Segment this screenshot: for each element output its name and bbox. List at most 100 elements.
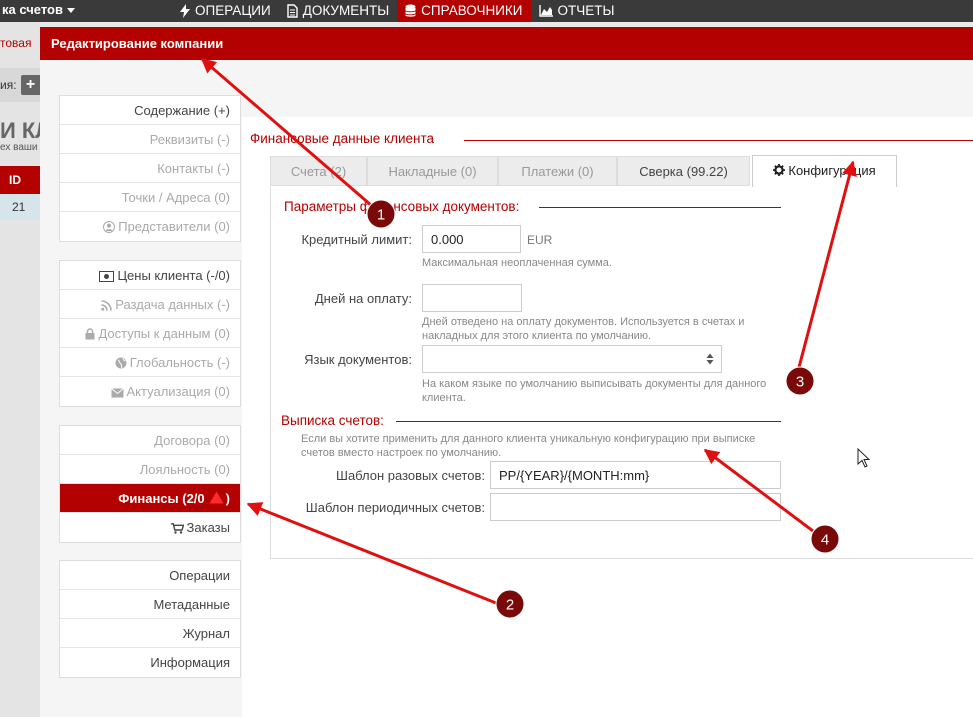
actions-bar: ия: + bbox=[0, 68, 40, 102]
bolt-icon bbox=[180, 4, 190, 18]
menu-item-label: Договора (0) bbox=[154, 433, 230, 448]
globe-icon bbox=[115, 357, 127, 369]
menu-item-label: Журнал bbox=[182, 626, 230, 641]
add-icon[interactable]: + bbox=[21, 75, 40, 95]
warning-icon bbox=[209, 491, 224, 504]
menu-group-info: Операции Метаданные Журнал Информация bbox=[59, 560, 241, 678]
menu-item-label: Актуализация (0) bbox=[126, 384, 230, 399]
invoice-divider bbox=[396, 421, 781, 422]
page-subheading: ех ваши bbox=[0, 142, 38, 153]
invoice-heading: Выписка счетов: bbox=[281, 413, 384, 428]
tab-label: Сверка (99.22) bbox=[639, 164, 728, 179]
tab-configuration[interactable]: Конфигурация bbox=[752, 155, 897, 188]
credit-limit-currency: EUR bbox=[527, 233, 553, 247]
menu-item-label: Контакты (-) bbox=[157, 161, 230, 176]
menu-item-contracts[interactable]: Договора (0) bbox=[60, 426, 240, 455]
menu-item-label: Доступы к данным (0) bbox=[98, 326, 230, 341]
tab-waybills[interactable]: Накладные (0) bbox=[367, 156, 498, 186]
money-icon bbox=[99, 271, 115, 282]
document-language-help: На каком языке по умолчанию выписывать д… bbox=[422, 378, 767, 404]
app-menu-label: ка счетов bbox=[2, 2, 63, 17]
payment-days-help: Дней отведено на оплату документов. Испо… bbox=[422, 316, 745, 342]
menu-group-data: Цены клиента (-/0) Раздача данных (-) До… bbox=[59, 260, 241, 407]
menu-item-contacts[interactable]: Контакты (-) bbox=[60, 154, 240, 183]
menu-item-label: Глобальность (-) bbox=[129, 355, 230, 370]
menu-item-data-sharing[interactable]: Раздача данных (-) bbox=[60, 290, 240, 319]
params-divider bbox=[539, 207, 781, 208]
menu-item-information[interactable]: Информация bbox=[60, 648, 240, 677]
single-invoice-template-label: Шаблон разовых счетов: bbox=[336, 468, 485, 483]
background-page: товая ия: + И КЛ ех ваши ID 21 bbox=[0, 22, 51, 717]
menu-item-label: Представители (0) bbox=[118, 219, 230, 234]
payment-days-input[interactable] bbox=[422, 284, 522, 312]
menu-item-label: Финансы (2/0 bbox=[118, 491, 205, 506]
menu-item-finance[interactable]: Финансы (2/0) bbox=[60, 484, 240, 513]
caret-down-icon bbox=[66, 8, 75, 14]
document-icon bbox=[287, 4, 298, 18]
menu-item-globality[interactable]: Глобальность (-) bbox=[60, 348, 240, 377]
tab-reconciliation[interactable]: Сверка (99.22) bbox=[617, 156, 750, 186]
tab-invoices[interactable]: Счета (2) bbox=[270, 156, 367, 186]
menu-item-label: Метаданные bbox=[153, 597, 230, 612]
menu-group-finance: Договора (0) Лояльность (0) Финансы (2/0… bbox=[59, 425, 241, 543]
modal-title: Редактирование компании bbox=[51, 36, 224, 51]
menu-item-label: Информация bbox=[150, 655, 230, 670]
credit-limit-label: Кредитный лимит: bbox=[301, 232, 412, 247]
lock-icon bbox=[85, 328, 95, 340]
menu-item-metadata[interactable]: Метаданные bbox=[60, 590, 240, 619]
breadcrumb[interactable]: товая bbox=[0, 36, 31, 50]
table-row[interactable]: 21 bbox=[0, 194, 40, 220]
chart-icon bbox=[538, 5, 553, 17]
menu-group-main: Содержание (+) Реквизиты (-) Контакты (-… bbox=[59, 95, 241, 242]
menu-item-label: Точки / Адреса (0) bbox=[121, 190, 230, 205]
menu-item-client-prices[interactable]: Цены клиента (-/0) bbox=[60, 261, 240, 290]
menu-item-label: Реквизиты (-) bbox=[149, 132, 230, 147]
menu-item-actualization[interactable]: Актуализация (0) bbox=[60, 377, 240, 406]
credit-limit-help: Максимальная неоплаченная сумма. bbox=[422, 257, 612, 269]
nav-references-label: СПРАВОЧНИКИ bbox=[421, 3, 523, 18]
menu-item-requisites[interactable]: Реквизиты (-) bbox=[60, 125, 240, 154]
nav-operations[interactable]: ОПЕРАЦИИ bbox=[172, 0, 279, 22]
app-menu-dropdown[interactable]: ка счетов bbox=[0, 0, 75, 22]
menu-item-representatives[interactable]: Представители (0) bbox=[60, 212, 240, 241]
modal-body: Содержание (+) Реквизиты (-) Контакты (-… bbox=[40, 60, 973, 717]
menu-item-label: Заказы bbox=[186, 520, 230, 535]
cart-icon bbox=[170, 523, 184, 534]
menu-item-orders[interactable]: Заказы bbox=[60, 513, 240, 542]
single-invoice-template-input[interactable]: PP/{YEAR}/{MONTH:mm} bbox=[490, 461, 781, 489]
menu-item-content[interactable]: Содержание (+) bbox=[60, 96, 240, 125]
menu-item-journal[interactable]: Журнал bbox=[60, 619, 240, 648]
menu-item-label: Содержание (+) bbox=[134, 103, 230, 118]
nav-documents[interactable]: ДОКУМЕНТЫ bbox=[279, 0, 397, 22]
nav-documents-label: ДОКУМЕНТЫ bbox=[302, 3, 390, 18]
tab-payments[interactable]: Платежи (0) bbox=[498, 156, 617, 186]
credit-limit-value: 0.000 bbox=[431, 231, 464, 247]
edit-company-modal: Редактирование компании Содержание (+) Р… bbox=[40, 27, 973, 717]
nav-reports[interactable]: ОТЧЕТЫ bbox=[531, 0, 623, 22]
credit-limit-input[interactable]: 0.000 bbox=[422, 225, 521, 253]
table-cell-id: 21 bbox=[12, 200, 26, 214]
sort-arrows-icon bbox=[706, 353, 714, 365]
tab-label: Счета (2) bbox=[290, 164, 347, 179]
menu-item-label: Раздача данных (-) bbox=[115, 297, 230, 312]
menu-item-loyalty[interactable]: Лояльность (0) bbox=[60, 455, 240, 484]
tab-label: Платежи (0) bbox=[521, 164, 594, 179]
menu-item-label: Цены клиента (-/0) bbox=[117, 268, 230, 283]
nav-references[interactable]: СПРАВОЧНИКИ bbox=[397, 0, 531, 22]
menu-item-addresses[interactable]: Точки / Адреса (0) bbox=[60, 183, 240, 212]
menu-item-suffix: ) bbox=[225, 491, 230, 506]
table-header: ID bbox=[0, 166, 40, 194]
tab-label: Накладные (0) bbox=[388, 164, 477, 179]
document-language-select[interactable] bbox=[422, 345, 722, 373]
periodic-invoice-template-input[interactable] bbox=[490, 493, 781, 521]
menu-item-operations[interactable]: Операции bbox=[60, 561, 240, 590]
top-navigation-bar: ка счетов ОПЕРАЦИИ ДОКУМЕНТЫ СПРАВОЧНИКИ… bbox=[0, 0, 973, 22]
single-invoice-template-value: PP/{YEAR}/{MONTH:mm} bbox=[499, 467, 650, 483]
menu-item-data-access[interactable]: Доступы к данным (0) bbox=[60, 319, 240, 348]
envelope-icon bbox=[110, 388, 124, 398]
rss-icon bbox=[101, 300, 113, 311]
payment-days-label: Дней на оплату: bbox=[314, 291, 412, 306]
menu-item-label: Операции bbox=[169, 568, 230, 583]
finance-panel: Финансовые данные клиента Счета (2) Накл… bbox=[242, 117, 973, 717]
table-header-id: ID bbox=[9, 173, 21, 187]
